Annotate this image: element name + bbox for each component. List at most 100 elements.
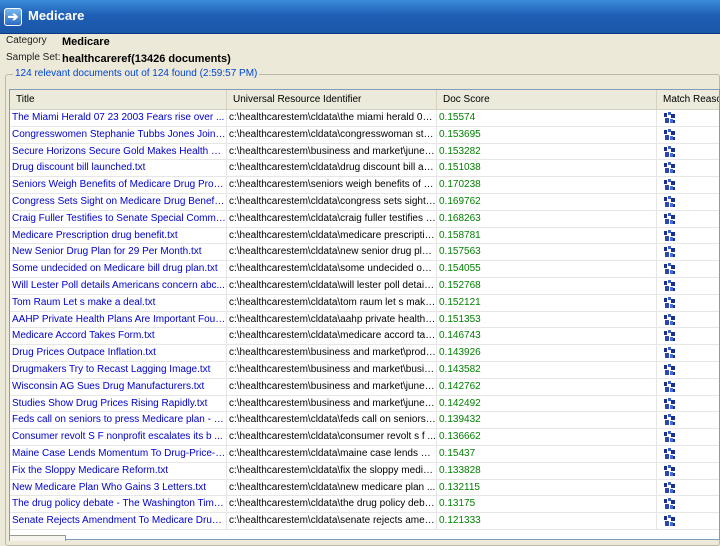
table-row[interactable]: Studies Show Drug Prices Rising Rapidly.… xyxy=(10,395,719,413)
match-reason-icon[interactable] xyxy=(663,229,676,242)
row-match-reason xyxy=(657,278,719,294)
table-row[interactable]: Craig Fuller Testifies to Senate Special… xyxy=(10,210,719,228)
match-reason-icon[interactable] xyxy=(663,431,676,444)
row-doc-score: 0.157563 xyxy=(437,244,657,261)
table-row[interactable]: New Medicare Plan Who Gains 3 Letters.tx… xyxy=(10,479,719,497)
match-reason-icon[interactable] xyxy=(663,162,676,175)
row-title[interactable]: The Miami Herald 07 23 2003 Fears rise o… xyxy=(10,110,227,126)
table-row[interactable]: Fix the Sloppy Medicare Reform.txt c:\hea… xyxy=(10,462,719,480)
table-row[interactable]: The drug policy debate - The Washington … xyxy=(10,496,719,514)
match-reason-icon[interactable] xyxy=(663,330,676,343)
row-uri: c:\healthcarestem\cldata\tom raum let s … xyxy=(227,294,437,311)
bottom-tab[interactable] xyxy=(9,535,66,541)
row-doc-score: 0.13175 xyxy=(437,496,657,513)
table-row[interactable]: The Miami Herald 07 23 2003 Fears rise o… xyxy=(10,110,719,127)
row-title[interactable]: Senate Rejects Amendment To Medicare Dru… xyxy=(10,513,227,530)
match-reason-icon[interactable] xyxy=(663,112,676,124)
row-title[interactable]: Some undecided on Medicare bill drug pla… xyxy=(10,261,227,278)
row-title[interactable]: Medicare Prescription drug benefit.txt xyxy=(10,227,227,244)
row-title[interactable]: Drug discount bill launched.txt xyxy=(10,160,227,177)
match-reason-icon[interactable] xyxy=(663,145,676,158)
row-title[interactable]: Medicare Accord Takes Form.txt xyxy=(10,328,227,345)
row-title[interactable]: The drug policy debate - The Washington … xyxy=(10,496,227,513)
table-row[interactable]: New Senior Drug Plan for 29 Per Month.tx… xyxy=(10,244,719,262)
match-reason-icon[interactable] xyxy=(663,313,676,326)
row-doc-score: 0.153695 xyxy=(437,126,657,143)
table-row[interactable]: Tom Raum Let s make a deal.txt c:\healthc… xyxy=(10,294,719,312)
row-title[interactable]: Feds call on seniors to press Medicare p… xyxy=(10,412,227,429)
match-reason-icon[interactable] xyxy=(663,498,676,511)
row-match-reason xyxy=(657,396,719,412)
table-row[interactable]: Congresswomen Stephanie Tubbs Jones Join… xyxy=(10,126,719,144)
row-title[interactable]: Congress Sets Sight on Medicare Drug Ben… xyxy=(10,194,227,210)
row-title[interactable]: Maine Case Lends Momentum To Drug-Price-… xyxy=(10,446,227,462)
row-match-reason xyxy=(657,379,719,395)
match-reason-icon[interactable] xyxy=(663,296,676,309)
table-row[interactable]: Secure Horizons Secure Gold Makes Health… xyxy=(10,143,719,161)
row-uri: c:\healthcarestem\cldata\feds call on se… xyxy=(227,412,437,429)
row-title[interactable]: Studies Show Drug Prices Rising Rapidly.… xyxy=(10,395,227,412)
row-title[interactable]: Craig Fuller Testifies to Senate Special… xyxy=(10,210,227,227)
table-row[interactable]: Drugmakers Try to Recast Lagging Image.t… xyxy=(10,362,719,379)
row-match-reason xyxy=(657,261,719,277)
match-reason-icon[interactable] xyxy=(663,448,676,460)
table-row[interactable]: Seniors Weigh Benefits of Medicare Drug … xyxy=(10,177,719,194)
row-title[interactable]: Drugmakers Try to Recast Lagging Image.t… xyxy=(10,362,227,378)
match-reason-icon[interactable] xyxy=(663,464,676,477)
row-title[interactable]: Fix the Sloppy Medicare Reform.txt xyxy=(10,462,227,479)
match-reason-icon[interactable] xyxy=(663,196,676,208)
column-header-match-reason[interactable]: Match Reason xyxy=(657,90,719,109)
row-match-reason xyxy=(657,127,719,143)
row-match-reason xyxy=(657,177,719,193)
row-title[interactable]: Drug Prices Outpace Inflation.txt xyxy=(10,345,227,362)
match-reason-icon[interactable] xyxy=(663,414,676,427)
table-row[interactable]: Senate Rejects Amendment To Medicare Dru… xyxy=(10,513,719,530)
row-uri: c:\healthcarestem\cldata\senate rejects … xyxy=(227,513,437,530)
row-match-reason xyxy=(657,429,719,445)
row-doc-score: 0.158781 xyxy=(437,227,657,244)
table-row[interactable]: Consumer revolt S F nonprofit escalates … xyxy=(10,429,719,446)
table-row[interactable]: Wisconsin AG Sues Drug Manufacturers.txt… xyxy=(10,378,719,396)
match-reason-icon[interactable] xyxy=(663,128,676,141)
match-reason-icon[interactable] xyxy=(663,246,676,259)
row-title[interactable]: New Medicare Plan Who Gains 3 Letters.tx… xyxy=(10,479,227,496)
row-title[interactable]: New Senior Drug Plan for 29 Per Month.tx… xyxy=(10,244,227,261)
table-row[interactable]: Maine Case Lends Momentum To Drug-Price-… xyxy=(10,446,719,463)
table-row[interactable]: Drug Prices Outpace Inflation.txt c:\heal… xyxy=(10,345,719,362)
match-reason-icon[interactable] xyxy=(663,397,676,410)
row-title[interactable]: AAHP Private Health Plans Are Important … xyxy=(10,311,227,328)
row-title[interactable]: Congresswomen Stephanie Tubbs Jones Join… xyxy=(10,126,227,143)
table-row[interactable]: Medicare Prescription drug benefit.txt c:… xyxy=(10,227,719,245)
table-row[interactable]: Will Lester Poll details Americans conce… xyxy=(10,278,719,295)
match-reason-icon[interactable] xyxy=(663,280,676,292)
results-table[interactable]: Title Universal Resource Identifier Doc … xyxy=(9,89,720,540)
row-title[interactable]: Will Lester Poll details Americans conce… xyxy=(10,278,227,294)
table-row[interactable]: Medicare Accord Takes Form.txt c:\healthc… xyxy=(10,328,719,346)
match-reason-icon[interactable] xyxy=(663,380,676,393)
column-header-doc-score[interactable]: Doc Score xyxy=(437,90,657,109)
row-title[interactable]: Seniors Weigh Benefits of Medicare Drug … xyxy=(10,177,227,194)
match-reason-icon[interactable] xyxy=(663,179,676,192)
match-reason-icon[interactable] xyxy=(663,364,676,376)
table-row[interactable]: Drug discount bill launched.txt c:\health… xyxy=(10,160,719,178)
row-title[interactable]: Consumer revolt S F nonprofit escalates … xyxy=(10,429,227,446)
row-uri: c:\healthcarestem\business and market\pr… xyxy=(227,345,437,362)
table-row[interactable]: AAHP Private Health Plans Are Important … xyxy=(10,311,719,329)
match-reason-icon[interactable] xyxy=(663,263,676,276)
column-header-uri[interactable]: Universal Resource Identifier xyxy=(227,90,437,109)
row-uri: c:\healthcarestem\business and market\bu… xyxy=(227,362,437,378)
row-match-reason xyxy=(657,345,719,361)
table-row[interactable]: Feds call on seniors to press Medicare p… xyxy=(10,412,719,430)
match-reason-icon[interactable] xyxy=(663,347,676,360)
table-row[interactable]: Congress Sets Sight on Medicare Drug Ben… xyxy=(10,194,719,211)
match-reason-icon[interactable] xyxy=(663,515,676,528)
row-title[interactable]: Secure Horizons Secure Gold Makes Health… xyxy=(10,143,227,160)
row-doc-score: 0.152768 xyxy=(437,278,657,294)
row-title[interactable]: Wisconsin AG Sues Drug Manufacturers.txt xyxy=(10,378,227,395)
match-reason-icon[interactable] xyxy=(663,481,676,494)
column-header-title[interactable]: Title xyxy=(10,90,227,109)
table-row[interactable]: Some undecided on Medicare bill drug pla… xyxy=(10,261,719,278)
row-title[interactable]: Tom Raum Let s make a deal.txt xyxy=(10,294,227,311)
match-reason-icon[interactable] xyxy=(663,212,676,225)
row-match-reason xyxy=(657,160,719,176)
